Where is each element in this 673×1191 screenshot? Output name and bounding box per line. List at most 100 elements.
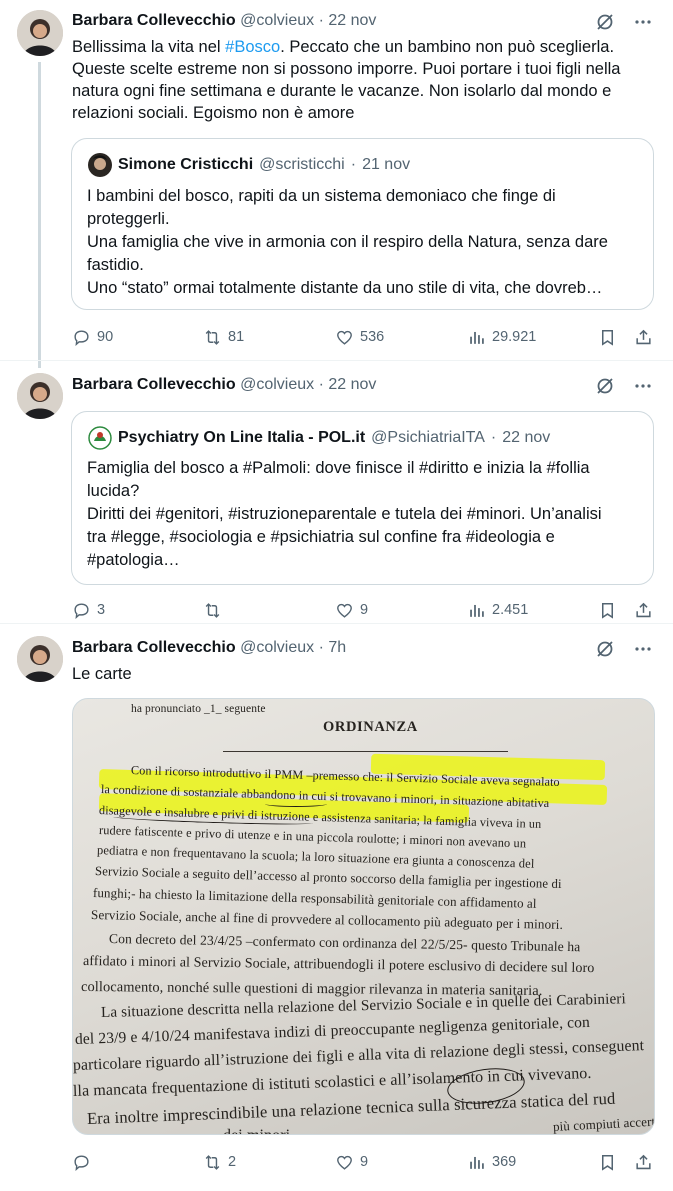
quoted-text-line: Famiglia del bosco a #Palmoli: dove fini… (87, 459, 590, 477)
tweet-3[interactable]: Barbara Collevecchio @colvieux · 7h Le c… (0, 625, 673, 1191)
like-icon (337, 330, 352, 345)
quoted-text-line: #patologia… (87, 551, 180, 569)
bookmark-icon (601, 602, 614, 619)
repost-button[interactable] (203, 601, 228, 620)
document-line: Servizio Sociale, anche al fine di provv… (90, 907, 564, 932)
view-count: 2.451 (492, 602, 529, 618)
quoted-text-line: fastidio. (87, 256, 144, 274)
repost-count: 81 (228, 329, 245, 345)
view-count: 369 (492, 1154, 517, 1170)
quoted-avatar (88, 426, 112, 450)
quoted-text-line: Diritti dei #genitori, #istruzioneparent… (87, 505, 602, 523)
document-rule (223, 751, 508, 752)
quoted-text: I bambini del bosco, rapiti da un sistem… (87, 185, 635, 300)
tweet-date[interactable]: 7h (328, 639, 346, 656)
view-count: 29.921 (492, 329, 537, 345)
views-button[interactable]: 29.921 (467, 328, 536, 347)
author-handle[interactable]: @colvieux (240, 639, 314, 656)
document-line: più compiuti accerta (552, 1113, 655, 1134)
author-name[interactable]: Barbara Collevecchio (72, 12, 236, 29)
separator-dot: · (350, 156, 357, 173)
views-button[interactable]: 369 (467, 1153, 516, 1172)
tweet-date[interactable]: 22 nov (328, 12, 376, 29)
tweet-text-line: relazioni sociali. Egoismo non è amore (72, 104, 355, 122)
more-icon[interactable] (633, 376, 653, 396)
reply-button[interactable]: 90 (72, 328, 113, 347)
avatar[interactable] (17, 373, 63, 419)
like-button[interactable]: 536 (335, 328, 384, 347)
document-line: Con decreto del 23/4/25 –confermato con … (108, 931, 581, 955)
document-line: dei minori. (223, 1127, 294, 1134)
divider (0, 623, 673, 624)
reply-count: 90 (97, 329, 114, 345)
tweet-date[interactable]: 22 nov (328, 376, 376, 393)
author-name[interactable]: Barbara Collevecchio (72, 639, 236, 656)
like-button[interactable]: 9 (335, 601, 368, 620)
quoted-author-name: Simone Cristicchi (118, 156, 254, 173)
share-button[interactable] (634, 328, 653, 347)
separator-dot: · (318, 376, 324, 393)
divider (0, 360, 673, 361)
tweet-text-part: Bellissima la vita nel (72, 38, 226, 56)
tweet-text-part: . Peccato che un bambino non può sceglie… (280, 38, 615, 56)
views-icon (470, 604, 484, 617)
repost-button[interactable]: 81 (203, 328, 244, 347)
tweet-text-line: Queste scelte estreme non si possono imp… (72, 60, 621, 78)
quoted-tweet[interactable]: Psychiatry On Line Italia - POL.it @Psic… (71, 411, 654, 585)
quoted-tweet[interactable]: Simone Cristicchi @scristicchi · 21 nov … (71, 138, 654, 310)
avatar[interactable] (17, 636, 63, 682)
quoted-text: Famiglia del bosco a #Palmoli: dove fini… (87, 457, 635, 572)
reply-button[interactable] (72, 1153, 97, 1172)
separator-dot: · (318, 639, 324, 656)
bookmark-button[interactable] (598, 601, 617, 620)
reply-button[interactable]: 3 (72, 601, 105, 620)
quoted-text-line: I bambini del bosco, rapiti da un sistem… (87, 187, 556, 205)
tweet-text: Le carte (72, 665, 132, 683)
repost-icon (205, 602, 220, 618)
more-icon[interactable] (633, 12, 653, 32)
bookmark-button[interactable] (598, 1153, 617, 1172)
tweet-header: Barbara Collevecchio @colvieux · 22 nov (72, 11, 376, 31)
more-icon[interactable] (633, 639, 653, 659)
like-button[interactable]: 9 (335, 1153, 368, 1172)
like-count: 9 (360, 602, 369, 618)
reply-icon (74, 329, 89, 346)
share-icon (636, 1154, 651, 1169)
separator-dot: · (490, 429, 497, 446)
like-count: 9 (360, 1154, 369, 1170)
author-handle[interactable]: @colvieux (240, 12, 314, 29)
grok-icon[interactable] (595, 376, 615, 396)
quoted-author-handle: @scristicchi (259, 156, 345, 173)
share-button[interactable] (634, 601, 653, 620)
action-bar: 90 81 536 29.921 (72, 326, 658, 348)
reply-count: 3 (97, 602, 106, 618)
author-handle[interactable]: @colvieux (240, 376, 314, 393)
tweet-text-line: natura ogni fine settimana e durante le … (72, 82, 612, 100)
share-button[interactable] (634, 1153, 653, 1172)
tweet-2[interactable]: Barbara Collevecchio @colvieux · 22 nov … (0, 362, 673, 630)
grok-icon[interactable] (595, 12, 615, 32)
like-count: 536 (360, 329, 385, 345)
avatar[interactable] (17, 10, 63, 56)
share-icon (636, 329, 651, 344)
bookmark-button[interactable] (598, 328, 617, 347)
document-photo[interactable]: ha pronunciato _1_ seguente ORDINANZA Co… (72, 698, 655, 1135)
quoted-date: 21 nov (362, 156, 411, 173)
quoted-author-name: Psychiatry On Line Italia - POL.it (118, 429, 366, 446)
author-name[interactable]: Barbara Collevecchio (72, 376, 236, 393)
repost-icon (205, 1154, 220, 1170)
action-bar: 2 9 369 (72, 1151, 658, 1173)
views-button[interactable]: 2.451 (467, 601, 528, 620)
tweet-text: Bellissima la vita nel #Bosco. Peccato c… (72, 36, 652, 124)
reply-icon (74, 1154, 89, 1171)
quoted-text-line: Una famiglia che vive in armonia con il … (87, 233, 608, 251)
hashtag-link[interactable]: #Bosco (225, 38, 280, 56)
quoted-text-line: lucida? (87, 482, 140, 500)
tweet-header: Barbara Collevecchio @colvieux · 7h (72, 638, 346, 658)
bookmark-icon (601, 1154, 614, 1171)
separator-dot: · (318, 12, 324, 29)
quoted-author-handle: @PsichiatriaITA (371, 429, 485, 446)
repost-button[interactable]: 2 (203, 1153, 236, 1172)
grok-icon[interactable] (595, 639, 615, 659)
tweet-1[interactable]: Barbara Collevecchio @colvieux · 22 nov … (0, 0, 673, 368)
